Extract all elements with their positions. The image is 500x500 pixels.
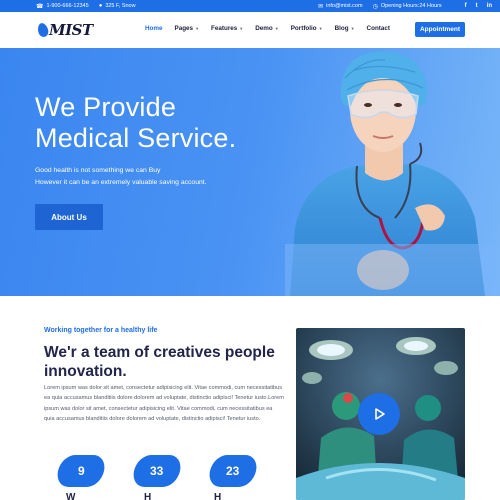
hero-title-line1: We Provide — [35, 92, 177, 122]
location-pin-icon: ● — [98, 3, 103, 9]
top-bar: ☎ 1-900-666-12345 ● 325 F, Snow ✉ info@m… — [0, 0, 500, 12]
nav-label: Home — [145, 25, 163, 32]
appointment-button[interactable]: Appointment — [415, 22, 465, 37]
nav-label: Contact — [366, 25, 390, 32]
chevron-down-icon: ▼ — [195, 26, 200, 31]
phone-info[interactable]: ☎ 1-900-666-12345 — [36, 3, 89, 10]
nav-features[interactable]: Features ▼ — [211, 25, 243, 32]
nav-demo[interactable]: Demo ▼ — [255, 25, 278, 32]
nav-label: Pages — [174, 25, 194, 32]
stat-badge: 33 — [130, 455, 184, 487]
nav-contact[interactable]: Contact — [367, 25, 390, 32]
stat-value: 23 — [226, 464, 240, 478]
stat-label: H — [214, 492, 222, 500]
chevron-down-icon: ▼ — [318, 26, 323, 31]
location-text: 325 F, Snow — [105, 3, 136, 9]
drop-logo-icon — [36, 21, 50, 39]
hero-subtitle: Good health is not something we can Buy … — [35, 165, 207, 189]
location-info: ● 325 F, Snow — [99, 3, 136, 10]
nav-blog[interactable]: Blog ▼ — [335, 25, 355, 32]
stat-value: 33 — [150, 464, 164, 478]
phone-text: 1-900-666-12345 — [46, 3, 89, 9]
stat-label: W — [66, 492, 76, 500]
nav-label: Portfolio — [290, 25, 317, 32]
stat-value: 9 — [77, 464, 85, 478]
phone-icon: ☎ — [36, 3, 44, 10]
play-button[interactable] — [358, 393, 400, 435]
section-title-line1: We'r a team of creatives people — [44, 344, 275, 361]
section-tagline: Working together for a healthy life — [44, 327, 158, 334]
doctor-photo — [285, 51, 500, 296]
main-nav: Home Pages ▼ Features ▼ Demo ▼ Portfolio ▼ B… — [145, 25, 402, 32]
nav-pages[interactable]: Pages ▼ — [175, 25, 200, 32]
email-text: info@mist.com — [326, 3, 363, 9]
section-paragraph: Lorem ipsum was dolor sit amet, consecte… — [44, 385, 284, 422]
hero-banner: We Provide Medical Service. Good health … — [0, 48, 500, 296]
main-header: MIST Home Pages ▼ Features ▼ Demo ▼ Portfol… — [0, 12, 500, 48]
linkedin-icon[interactable]: in — [487, 3, 492, 9]
about-us-button[interactable]: About Us — [35, 204, 103, 230]
chevron-down-icon: ▼ — [239, 26, 244, 31]
logo-text: MIST — [49, 21, 93, 39]
nav-home[interactable]: Home — [145, 25, 163, 32]
hero-title: We Provide Medical Service. — [35, 92, 236, 154]
nav-label: Blog — [334, 25, 349, 32]
stat-badge: 23 — [206, 455, 260, 487]
hero-sub-line2: However it can be an extremely valuable … — [35, 179, 207, 186]
chevron-down-icon: ▼ — [274, 26, 279, 31]
play-icon — [375, 408, 385, 420]
email-info[interactable]: ✉ info@mist.com — [318, 3, 362, 10]
nav-label: Demo — [255, 25, 273, 32]
hours-text: Opening Hours:24 Hours — [380, 3, 442, 9]
mail-icon: ✉ — [318, 3, 324, 10]
facebook-icon[interactable]: f — [465, 3, 467, 9]
twitter-icon[interactable]: t — [476, 3, 478, 9]
hero-title-line2: Medical Service. — [35, 123, 237, 153]
chevron-down-icon: ▼ — [350, 26, 355, 31]
nav-label: Features — [211, 25, 238, 32]
stat-badge: 9 — [54, 455, 108, 487]
section-title-line2: innovation. — [44, 363, 127, 380]
section-title: We'r a team of creatives people innovati… — [44, 343, 275, 381]
hours-info: ◷ Opening Hours:24 Hours — [373, 3, 442, 10]
site-logo[interactable]: MIST — [36, 21, 93, 39]
stat-label: H — [144, 492, 152, 500]
nav-portfolio[interactable]: Portfolio ▼ — [291, 25, 323, 32]
clock-icon: ◷ — [372, 3, 378, 10]
hero-sub-line1: Good health is not something we can Buy — [35, 167, 161, 174]
social-links: f t in — [456, 3, 492, 9]
